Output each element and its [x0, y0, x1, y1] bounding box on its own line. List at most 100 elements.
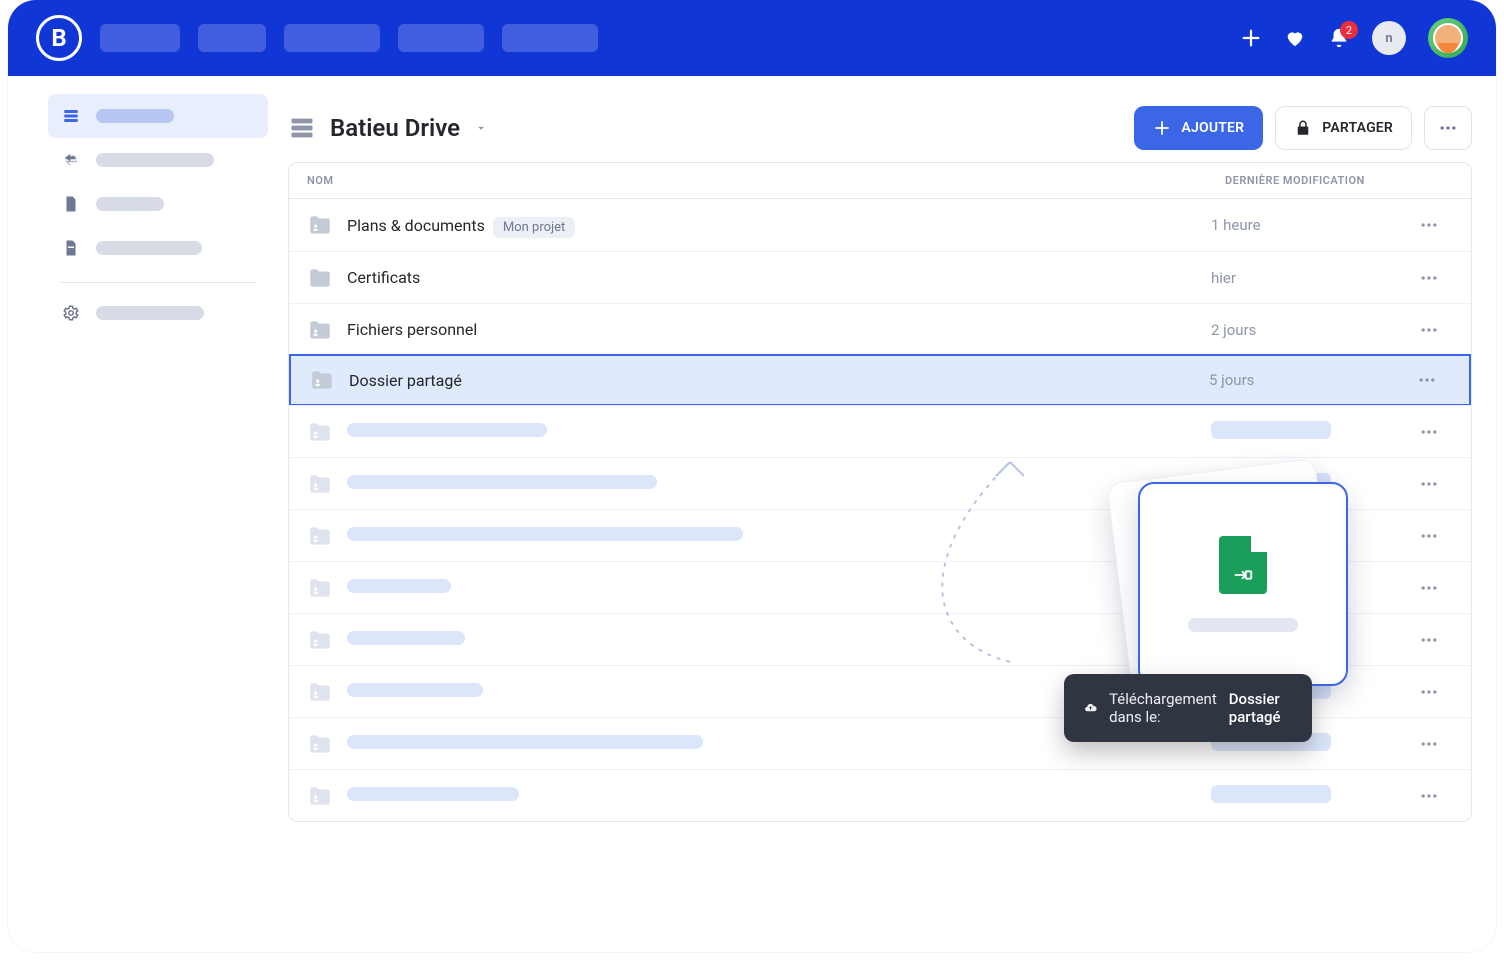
user-avatar[interactable] [1428, 18, 1468, 58]
sidebar-item-label [96, 306, 204, 320]
sidebar [8, 94, 276, 952]
row-more-button[interactable] [1403, 370, 1451, 390]
column-modified: DERNIÈRE MODIFICATION [1225, 174, 1405, 187]
folder-icon [307, 212, 333, 238]
drive-icon [62, 107, 80, 125]
row-date-placeholder [1211, 525, 1331, 543]
row-more-button[interactable] [1405, 786, 1453, 806]
nav-item-placeholder[interactable] [398, 24, 484, 52]
folder-row-placeholder[interactable] [289, 509, 1471, 561]
sidebar-item-label [96, 153, 214, 167]
sidebar-separator [60, 282, 256, 283]
row-date-placeholder [1211, 421, 1331, 439]
folder-tag: Mon projet [493, 217, 575, 238]
folder-icon [307, 783, 333, 809]
share-button[interactable]: PARTAGER [1275, 106, 1412, 150]
folder-icon [307, 419, 333, 445]
dots-icon [1438, 118, 1458, 138]
nav-item-placeholder[interactable] [100, 24, 180, 52]
folder-row[interactable]: Plans & documents Mon projet 1 heure [289, 199, 1471, 251]
bell-icon[interactable]: 2 [1328, 27, 1350, 49]
share-button-label: PARTAGER [1322, 120, 1393, 136]
sidebar-item-files[interactable] [48, 182, 268, 226]
upload-toast-prefix: Téléchargement dans le: [1109, 690, 1217, 726]
notification-badge: 2 [1340, 21, 1358, 39]
folder-icon [307, 265, 333, 291]
sidebar-item-settings[interactable] [48, 291, 268, 335]
folder-icon [307, 575, 333, 601]
nav-item-placeholder[interactable] [502, 24, 598, 52]
dropdown-caret-icon[interactable] [474, 121, 488, 135]
folder-icon [307, 317, 333, 343]
row-more-button[interactable] [1405, 526, 1453, 546]
plus-icon [1153, 119, 1171, 137]
row-date-placeholder [1211, 473, 1331, 491]
add-button[interactable]: AJOUTER [1134, 106, 1263, 150]
folder-icon [307, 523, 333, 549]
row-more-button[interactable] [1405, 630, 1453, 650]
folder-icon [309, 367, 335, 393]
folder-row-placeholder[interactable] [289, 769, 1471, 821]
sidebar-item-label [96, 109, 174, 123]
topbar: B 2 n [8, 0, 1496, 76]
row-date-placeholder [1211, 577, 1331, 595]
share-icon [62, 151, 80, 169]
row-name-placeholder [347, 683, 483, 697]
row-more-button[interactable] [1405, 682, 1453, 702]
row-name-placeholder [347, 579, 451, 593]
row-more-button[interactable] [1405, 320, 1453, 340]
row-name-placeholder [347, 527, 743, 541]
more-actions-button[interactable] [1424, 106, 1472, 150]
main-panel: Batieu Drive AJOUTER PARTAGER [276, 94, 1496, 952]
folder-row-placeholder[interactable] [289, 405, 1471, 457]
cloud-upload-icon [1084, 697, 1097, 719]
upload-toast-target: Dossier partagé [1229, 690, 1292, 726]
folder-row[interactable]: Dossier partagé 5 jours [289, 354, 1471, 406]
page-title: Batieu Drive [330, 114, 460, 142]
upload-toast: Téléchargement dans le: Dossier partagé [1064, 674, 1312, 742]
folder-name: Plans & documents [347, 216, 485, 235]
row-date-placeholder [1211, 785, 1331, 803]
file-icon [62, 195, 80, 213]
add-icon[interactable] [1240, 27, 1262, 49]
drive-icon [288, 114, 316, 142]
folder-row-placeholder[interactable] [289, 613, 1471, 665]
sidebar-item-drive[interactable] [48, 94, 268, 138]
folder-row[interactable]: Certificatshier [289, 251, 1471, 303]
row-more-button[interactable] [1405, 268, 1453, 288]
sidebar-item-label [96, 241, 202, 255]
row-name-placeholder [347, 735, 703, 749]
secondary-avatar[interactable]: n [1372, 21, 1406, 55]
folder-row[interactable]: Fichiers personnel2 jours [289, 303, 1471, 355]
row-more-button[interactable] [1405, 422, 1453, 442]
folder-icon [307, 731, 333, 757]
app-logo[interactable]: B [36, 15, 82, 61]
folder-date: 5 jours [1209, 371, 1389, 389]
sidebar-item-label [96, 197, 164, 211]
row-name-placeholder [347, 423, 547, 437]
folder-date: hier [1211, 269, 1391, 287]
row-more-button[interactable] [1405, 578, 1453, 598]
row-more-button[interactable] [1405, 215, 1453, 235]
folder-date: 1 heure [1211, 216, 1391, 234]
folder-date: 2 jours [1211, 321, 1391, 339]
nav-item-placeholder[interactable] [198, 24, 266, 52]
row-name-placeholder [347, 475, 657, 489]
row-more-button[interactable] [1405, 474, 1453, 494]
heart-icon[interactable] [1284, 27, 1306, 49]
folder-icon [307, 627, 333, 653]
row-name-placeholder [347, 631, 465, 645]
table-header: NOM DERNIÈRE MODIFICATION [289, 163, 1471, 199]
sidebar-item-shared[interactable] [48, 138, 268, 182]
folder-icon [307, 679, 333, 705]
folder-row-placeholder[interactable] [289, 457, 1471, 509]
row-more-button[interactable] [1405, 734, 1453, 754]
nav-item-placeholder[interactable] [284, 24, 380, 52]
row-name-placeholder [347, 787, 519, 801]
column-name: NOM [307, 174, 1225, 187]
folder-icon [307, 471, 333, 497]
folder-name: Dossier partagé [349, 371, 462, 390]
sidebar-item-docs[interactable] [48, 226, 268, 270]
lock-icon [1294, 119, 1312, 137]
folder-row-placeholder[interactable] [289, 561, 1471, 613]
